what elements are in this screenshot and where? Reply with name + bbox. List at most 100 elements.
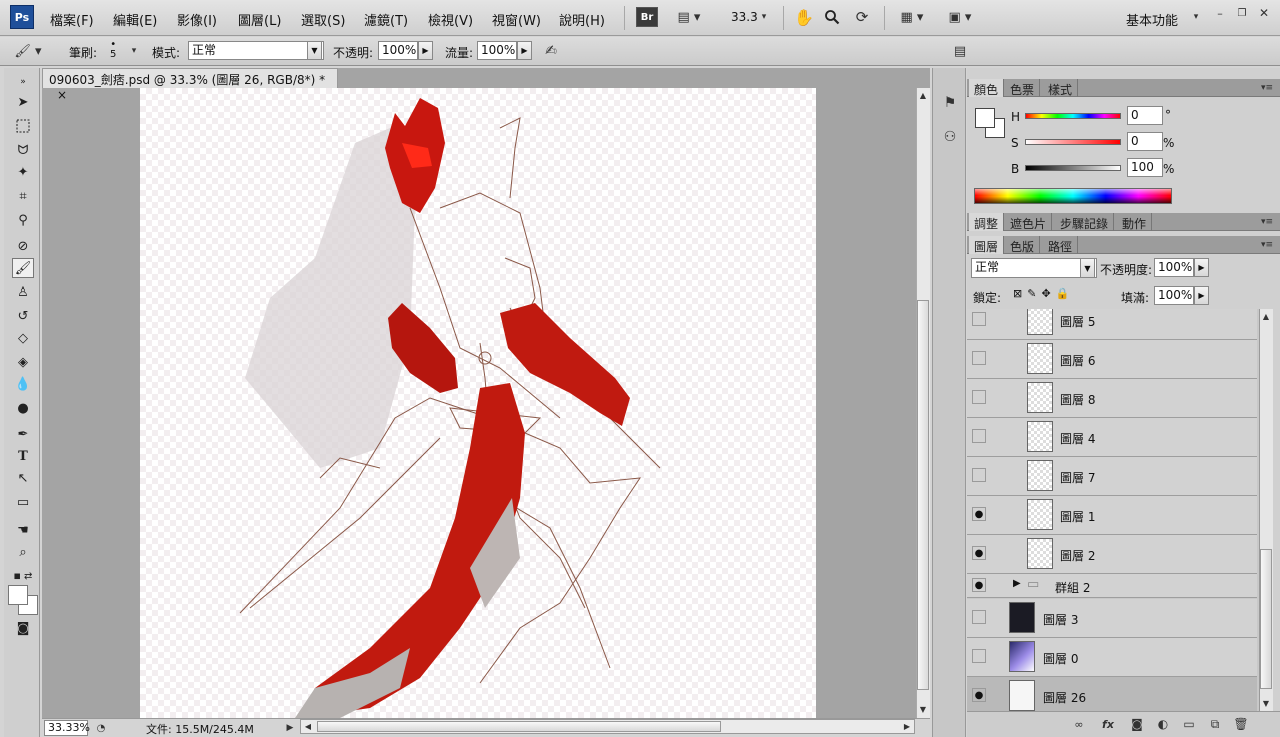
- b-slider[interactable]: [1025, 165, 1121, 171]
- s-input[interactable]: 0: [1127, 132, 1163, 151]
- layer-row-selected[interactable]: ● 圖層 26: [967, 677, 1257, 711]
- scroll-up-icon[interactable]: ▲: [917, 89, 929, 101]
- vertical-scroll-thumb[interactable]: [917, 300, 929, 690]
- lock-position-icon[interactable]: ✥: [1041, 287, 1055, 300]
- layers-scroll-thumb[interactable]: [1260, 549, 1272, 689]
- layer-opacity-button[interactable]: ▶: [1194, 258, 1209, 277]
- menu-edit[interactable]: 編輯(E): [113, 10, 157, 29]
- lock-all-icon[interactable]: 🔒: [1056, 287, 1075, 300]
- h-slider[interactable]: [1025, 113, 1121, 119]
- new-layer-icon[interactable]: ⧉: [1207, 717, 1223, 731]
- panel-menu-icon[interactable]: ▾≡: [1259, 238, 1275, 252]
- tool-preset-picker[interactable]: 🖌 ▾: [8, 41, 48, 61]
- status-menu-icon[interactable]: ◔: [94, 721, 108, 735]
- menu-help[interactable]: 說明(H): [559, 10, 605, 29]
- restore-icon[interactable]: ❐: [1235, 6, 1249, 20]
- mode-dropdown-button[interactable]: ▼: [307, 41, 322, 60]
- hand-tool-icon[interactable]: ☚: [12, 520, 34, 540]
- visibility-toggle[interactable]: [972, 312, 986, 326]
- marquee-tool-icon[interactable]: [12, 116, 34, 136]
- tab-history[interactable]: 步驟記錄: [1055, 213, 1115, 231]
- horizontal-scroll-thumb[interactable]: [317, 721, 721, 732]
- crop-tool-icon[interactable]: ⌗: [12, 186, 34, 206]
- folder-icon[interactable]: ▭: [1181, 717, 1197, 731]
- fg-color-chip[interactable]: [975, 108, 995, 128]
- menu-view[interactable]: 檢視(V): [428, 10, 473, 29]
- canvas[interactable]: [140, 88, 816, 718]
- layers-scrollbar[interactable]: ▲ ▼: [1259, 309, 1273, 711]
- layer-row[interactable]: 圖層 5: [967, 309, 1257, 340]
- opacity-input[interactable]: 100%: [378, 41, 418, 60]
- chevron-down-icon[interactable]: ▾: [1190, 9, 1202, 25]
- hand-icon[interactable]: ✋: [794, 7, 814, 27]
- blend-mode-select[interactable]: 正常: [971, 258, 1097, 278]
- h-input[interactable]: 0: [1127, 106, 1163, 125]
- s-slider[interactable]: [1025, 139, 1121, 145]
- close-tab-icon[interactable]: ×: [57, 88, 67, 102]
- rotate-view-icon[interactable]: ⟳: [852, 7, 872, 27]
- opacity-slider-button[interactable]: ▶: [418, 41, 433, 60]
- layer-row[interactable]: 圖層 0: [967, 638, 1257, 677]
- quick-mask-icon[interactable]: ◙: [12, 618, 34, 638]
- layer-row[interactable]: 圖層 6: [967, 340, 1257, 379]
- tab-paths[interactable]: 路徑: [1043, 236, 1079, 254]
- paint-bucket-tool-icon[interactable]: ◈: [12, 352, 34, 372]
- tab-swatches[interactable]: 色票: [1005, 79, 1041, 97]
- screen-mode-button[interactable]: ▣ ▾: [942, 7, 978, 27]
- tab-actions[interactable]: 動作: [1117, 213, 1153, 231]
- scroll-right-icon[interactable]: ▶: [901, 720, 913, 733]
- menu-filter[interactable]: 濾鏡(T): [364, 10, 408, 29]
- lasso-tool-icon[interactable]: ᗢ: [12, 140, 34, 160]
- zoom-icon[interactable]: [822, 7, 842, 27]
- mask-icon[interactable]: ◙: [1129, 717, 1145, 731]
- layer-row[interactable]: 圖層 4: [967, 418, 1257, 457]
- lock-pixels-icon[interactable]: ✎: [1027, 287, 1041, 300]
- tab-adjustments[interactable]: 調整: [969, 213, 1005, 231]
- trash-icon[interactable]: 🗑: [1233, 717, 1249, 731]
- layer-row[interactable]: ● 圖層 1: [967, 496, 1257, 535]
- layer-row[interactable]: 圖層 3: [967, 599, 1257, 638]
- pen-tool-icon[interactable]: ✒: [12, 424, 34, 444]
- chevron-down-icon[interactable]: ▾: [758, 9, 770, 25]
- brush-panel-icon[interactable]: ▤: [950, 41, 970, 61]
- dodge-tool-icon[interactable]: ●: [12, 398, 34, 418]
- visibility-toggle[interactable]: ●: [972, 578, 986, 592]
- mode-select[interactable]: 正常: [188, 41, 324, 60]
- lock-transparency-icon[interactable]: ⊠: [1013, 287, 1027, 300]
- group-row[interactable]: ● ▶ ▭ 群組 2: [967, 574, 1257, 598]
- document-tab[interactable]: 090603_劍痞.psd @ 33.3% (圖層 26, RGB/8*) * …: [42, 68, 338, 102]
- move-tool-icon[interactable]: ➤: [12, 92, 34, 112]
- workspace-switcher[interactable]: 基本功能: [1126, 10, 1178, 29]
- default-colors-icon[interactable]: ◾ ⇄: [12, 566, 34, 586]
- photoshop-logo[interactable]: Ps: [10, 5, 34, 29]
- brush-tool-icon[interactable]: 🖌: [12, 258, 34, 278]
- scroll-down-icon[interactable]: ▼: [917, 703, 929, 715]
- airbrush-icon[interactable]: ✍: [540, 41, 562, 61]
- fill-button[interactable]: ▶: [1194, 286, 1209, 305]
- arrange-documents-button[interactable]: ▦ ▾: [894, 7, 930, 27]
- b-input[interactable]: 100: [1127, 158, 1163, 177]
- zoom-status-input[interactable]: 33.33%: [44, 720, 90, 736]
- collapse-toolbox-icon[interactable]: »: [12, 72, 34, 92]
- expand-group-icon[interactable]: ▶: [1013, 578, 1021, 589]
- view-extras-button[interactable]: ▤ ▾: [672, 7, 706, 27]
- color-ramp[interactable]: [974, 188, 1172, 204]
- minimize-icon[interactable]: –: [1213, 6, 1227, 20]
- menu-window[interactable]: 視窗(W): [492, 10, 541, 29]
- eyedropper-tool-icon[interactable]: ⚲: [12, 210, 34, 230]
- scroll-down-icon[interactable]: ▼: [1260, 697, 1272, 709]
- scroll-up-icon[interactable]: ▲: [1260, 310, 1272, 322]
- tab-masks[interactable]: 遮色片: [1005, 213, 1053, 231]
- link-icon[interactable]: ∞: [1071, 717, 1087, 731]
- visibility-toggle[interactable]: [972, 390, 986, 404]
- visibility-toggle[interactable]: [972, 610, 986, 624]
- flow-input[interactable]: 100%: [477, 41, 517, 60]
- visibility-toggle[interactable]: [972, 429, 986, 443]
- visibility-toggle[interactable]: ●: [972, 688, 986, 702]
- panel-menu-icon[interactable]: ▾≡: [1259, 215, 1275, 229]
- visibility-toggle[interactable]: ●: [972, 546, 986, 560]
- menu-file[interactable]: 檔案(F): [50, 10, 94, 29]
- chevron-down-icon[interactable]: ▾: [128, 44, 140, 58]
- type-tool-icon[interactable]: T: [12, 446, 34, 466]
- bridge-button[interactable]: Br: [636, 7, 658, 27]
